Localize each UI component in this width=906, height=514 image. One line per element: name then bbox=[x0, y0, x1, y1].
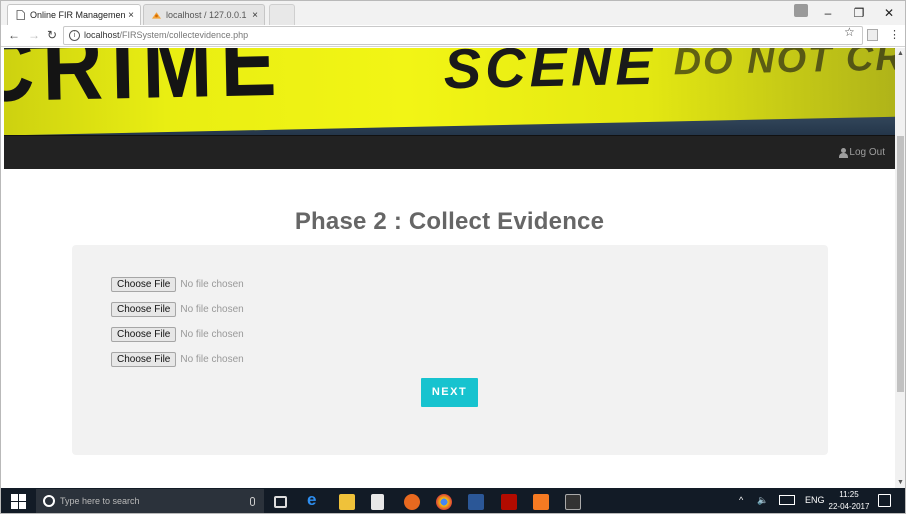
url-path: /FIRSystem/collectevidence.php bbox=[119, 30, 249, 40]
evidence-form-panel: Choose File No file chosen Choose File N… bbox=[72, 245, 828, 455]
cortana-icon bbox=[43, 495, 55, 507]
tab-title: localhost / 127.0.0.1 / fir bbox=[166, 10, 249, 20]
file-input-row: Choose File No file chosen bbox=[111, 351, 244, 367]
url-host: localhost bbox=[84, 30, 120, 40]
crime-scene-banner: CRIME SCENE DO NOT CROSS bbox=[4, 48, 895, 135]
volume-icon[interactable]: 🔈 bbox=[757, 495, 768, 506]
page-icon bbox=[16, 10, 25, 20]
store-icon[interactable] bbox=[371, 494, 384, 510]
top-navbar: Log Out bbox=[4, 135, 895, 169]
page-scrollbar[interactable]: ▲ ▼ bbox=[895, 48, 905, 488]
terminal-icon[interactable] bbox=[565, 494, 581, 510]
minimize-button[interactable]: – bbox=[815, 3, 841, 23]
banner-text-scene: SCENE bbox=[443, 48, 658, 101]
file-status: No file chosen bbox=[180, 303, 244, 315]
choose-file-button[interactable]: Choose File bbox=[111, 301, 177, 317]
tab-close-icon[interactable]: × bbox=[125, 10, 137, 21]
choose-file-button[interactable]: Choose File bbox=[111, 326, 177, 342]
notification-icon[interactable] bbox=[878, 494, 891, 507]
logout-link[interactable]: Log Out bbox=[839, 147, 885, 158]
keyboard-icon[interactable] bbox=[779, 495, 795, 505]
choose-file-button[interactable]: Choose File bbox=[111, 351, 177, 367]
file-status: No file chosen bbox=[180, 278, 244, 290]
extension-icon[interactable] bbox=[867, 29, 878, 41]
bookmark-star-icon[interactable]: ☆ bbox=[844, 25, 855, 39]
search-placeholder: Type here to search bbox=[60, 496, 140, 506]
page-title: Phase 2 : Collect Evidence bbox=[294, 208, 605, 235]
banner-text-crime: CRIME bbox=[4, 48, 286, 123]
close-window-button[interactable]: ✕ bbox=[876, 3, 902, 23]
address-bar[interactable]: i localhost/FIRSystem/collectevidence.ph… bbox=[63, 26, 863, 45]
scroll-down-icon[interactable]: ▼ bbox=[897, 479, 904, 486]
page-viewport: CRIME SCENE DO NOT CROSS Log Out Phase 2… bbox=[4, 48, 895, 488]
word-icon[interactable] bbox=[468, 494, 484, 510]
tab-close-icon[interactable]: × bbox=[249, 10, 261, 21]
taskbar-clock[interactable]: 11:25 22-04-2017 bbox=[827, 489, 871, 513]
tab-phpmyadmin[interactable]: localhost / 127.0.0.1 / fir × bbox=[143, 4, 265, 25]
file-status: No file chosen bbox=[180, 328, 244, 340]
windows-taskbar: Type here to search e ^ 🔈 ENG 11:25 22-0… bbox=[1, 488, 905, 513]
edge-icon[interactable]: e bbox=[307, 491, 323, 508]
maximize-button[interactable]: ❐ bbox=[846, 3, 872, 23]
browser-window: Online FIR Management × localhost / 127.… bbox=[0, 0, 906, 514]
file-input-row: Choose File No file chosen bbox=[111, 326, 244, 342]
file-explorer-icon[interactable] bbox=[339, 494, 355, 510]
next-button[interactable]: NEXT bbox=[421, 378, 478, 407]
tray-chevron-icon[interactable]: ^ bbox=[739, 495, 743, 505]
task-view-icon[interactable] bbox=[274, 496, 287, 508]
microphone-icon[interactable] bbox=[250, 497, 255, 506]
reload-icon[interactable]: ↻ bbox=[45, 28, 59, 42]
forward-arrow-icon[interactable]: → bbox=[27, 28, 41, 42]
language-indicator[interactable]: ENG bbox=[805, 495, 825, 505]
phpmyadmin-icon bbox=[152, 12, 161, 19]
info-icon[interactable]: i bbox=[69, 30, 80, 41]
scroll-thumb[interactable] bbox=[897, 136, 904, 392]
choose-file-button[interactable]: Choose File bbox=[111, 276, 177, 292]
firefox-icon[interactable] bbox=[404, 494, 420, 510]
profile-icon[interactable] bbox=[794, 4, 808, 17]
banner-text-do-not-cross: DO NOT CROSS bbox=[673, 48, 895, 84]
tab-online-fir[interactable]: Online FIR Management × bbox=[7, 4, 141, 25]
acrobat-icon[interactable] bbox=[501, 494, 517, 510]
file-status: No file chosen bbox=[180, 353, 244, 365]
xampp-icon[interactable] bbox=[533, 494, 549, 510]
browser-toolbar: ← → ↻ i localhost/FIRSystem/collectevide… bbox=[1, 25, 905, 47]
tab-strip: Online FIR Management × localhost / 127.… bbox=[1, 1, 905, 25]
back-arrow-icon[interactable]: ← bbox=[7, 28, 21, 42]
tab-title: Online FIR Management bbox=[30, 10, 125, 20]
windows-start-icon[interactable] bbox=[11, 494, 26, 509]
clock-time: 11:25 bbox=[839, 490, 859, 499]
scroll-up-icon[interactable]: ▲ bbox=[897, 50, 904, 57]
new-tab-button[interactable] bbox=[269, 4, 295, 25]
crime-scene-tape: CRIME SCENE DO NOT CROSS bbox=[4, 48, 895, 135]
taskbar-search[interactable]: Type here to search bbox=[36, 489, 264, 513]
menu-icon[interactable]: ⋮ bbox=[889, 28, 900, 41]
user-icon bbox=[839, 147, 849, 158]
clock-date: 22-04-2017 bbox=[828, 502, 870, 511]
logout-label: Log Out bbox=[849, 147, 885, 158]
file-input-row: Choose File No file chosen bbox=[111, 276, 244, 292]
chrome-icon[interactable] bbox=[436, 494, 452, 510]
file-input-row: Choose File No file chosen bbox=[111, 301, 244, 317]
